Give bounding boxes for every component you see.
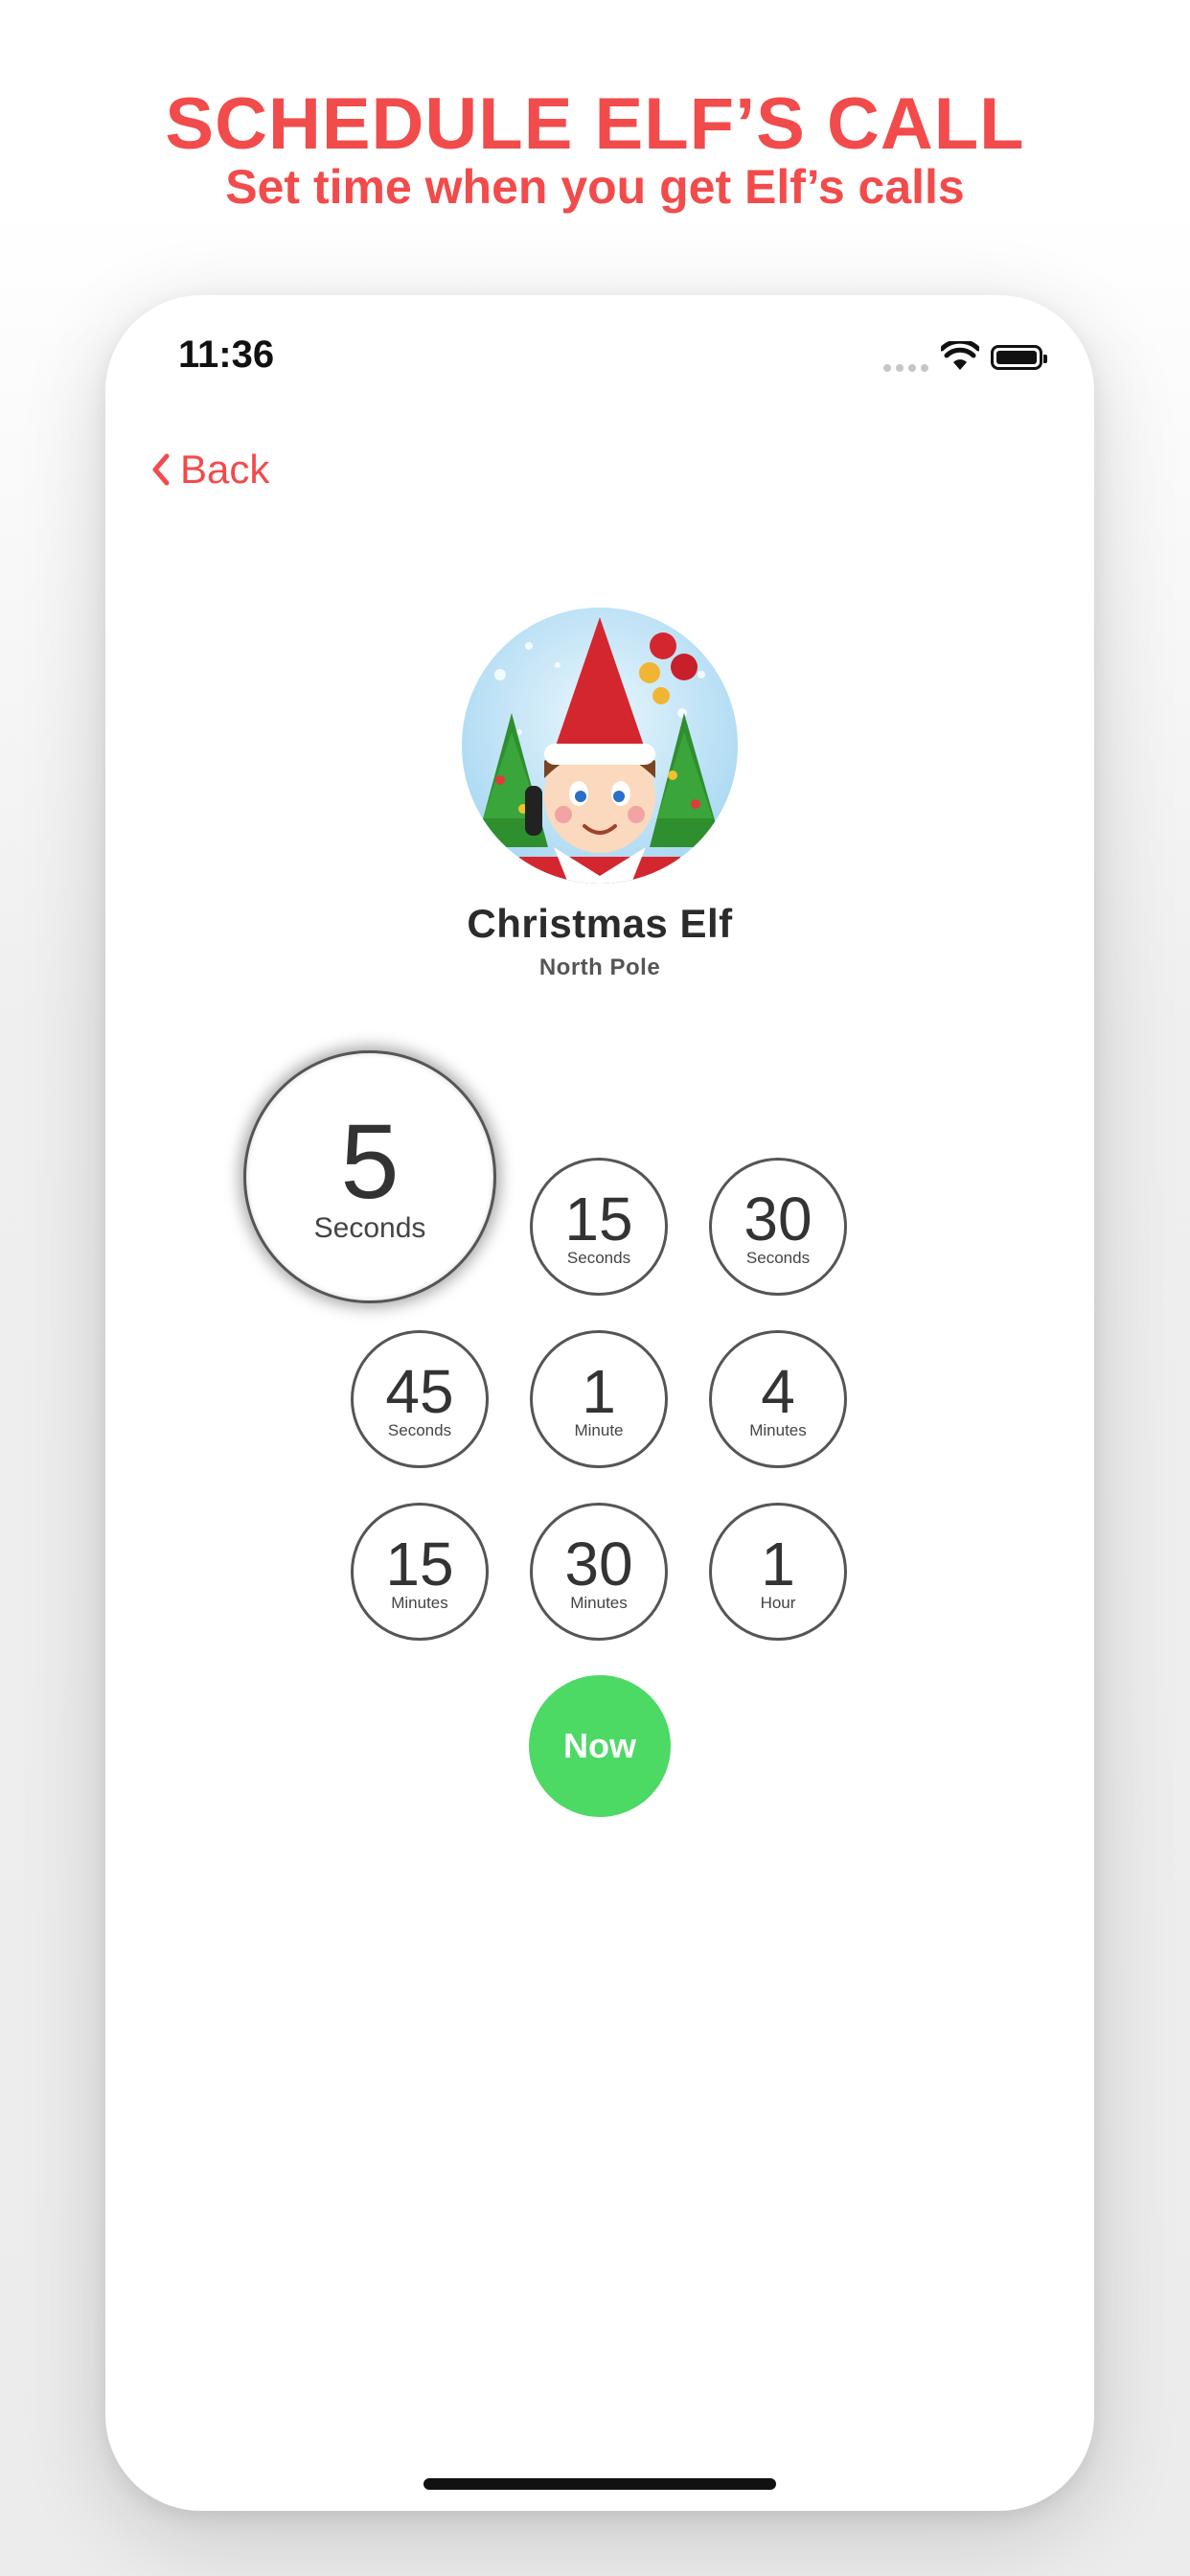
chevron-left-icon <box>152 453 170 486</box>
contact-location: North Pole <box>538 954 661 980</box>
timer-1-minute[interactable]: 1 Minute <box>530 1330 668 1468</box>
timer-value: 30 <box>744 1184 812 1254</box>
timer-value: 30 <box>564 1530 633 1598</box>
timer-unit: Seconds <box>313 1212 426 1244</box>
back-label: Back <box>180 447 270 492</box>
timer-1-hour[interactable]: 1 Hour <box>709 1503 847 1641</box>
battery-icon <box>991 345 1047 370</box>
promo-subtitle: Set time when you get Elf’s calls <box>225 160 965 214</box>
timer-value: 5 <box>340 1103 400 1221</box>
timer-value: 15 <box>385 1530 454 1598</box>
now-button[interactable]: Now <box>529 1675 671 1817</box>
timer-unit: Minute <box>574 1421 624 1439</box>
timer-5-seconds[interactable]: 5 Seconds <box>243 1050 496 1303</box>
timer-15-minutes[interactable]: 15 Minutes <box>351 1503 489 1641</box>
timer-unit: Hour <box>760 1594 796 1612</box>
wifi-icon <box>939 338 981 377</box>
timer-unit: Minutes <box>391 1594 448 1612</box>
timer-unit: Seconds <box>387 1421 452 1439</box>
timer-30-minutes[interactable]: 30 Minutes <box>530 1503 668 1641</box>
timer-unit: Seconds <box>566 1249 631 1267</box>
timer-unit: Seconds <box>745 1249 811 1267</box>
contact-name: Christmas Elf <box>467 901 733 946</box>
status-time: 11:36 <box>178 334 275 376</box>
promo-title: SCHEDULE ELF’S CALL <box>165 83 1025 165</box>
timer-value: 1 <box>761 1530 795 1598</box>
back-button[interactable]: Back <box>151 447 269 493</box>
timer-30-seconds[interactable]: 30 Seconds <box>709 1158 847 1296</box>
timer-value: 4 <box>761 1357 795 1426</box>
home-indicator[interactable] <box>423 2478 776 2490</box>
timer-4-minutes[interactable]: 4 Minutes <box>709 1330 847 1468</box>
timer-value: 45 <box>385 1357 454 1426</box>
cellular-signal-icon <box>883 364 928 372</box>
timer-45-seconds[interactable]: 45 Seconds <box>351 1330 489 1468</box>
timer-15-seconds[interactable]: 15 Seconds <box>530 1158 668 1296</box>
elf-avatar <box>462 608 738 884</box>
timer-value: 1 <box>582 1357 616 1426</box>
timer-unit: Minutes <box>570 1594 628 1612</box>
timer-unit: Minutes <box>749 1421 807 1439</box>
timer-value: 15 <box>564 1184 633 1254</box>
phone-screen: 11:36 Back Christmas Elf North Pole 5 Se… <box>105 295 1094 2511</box>
